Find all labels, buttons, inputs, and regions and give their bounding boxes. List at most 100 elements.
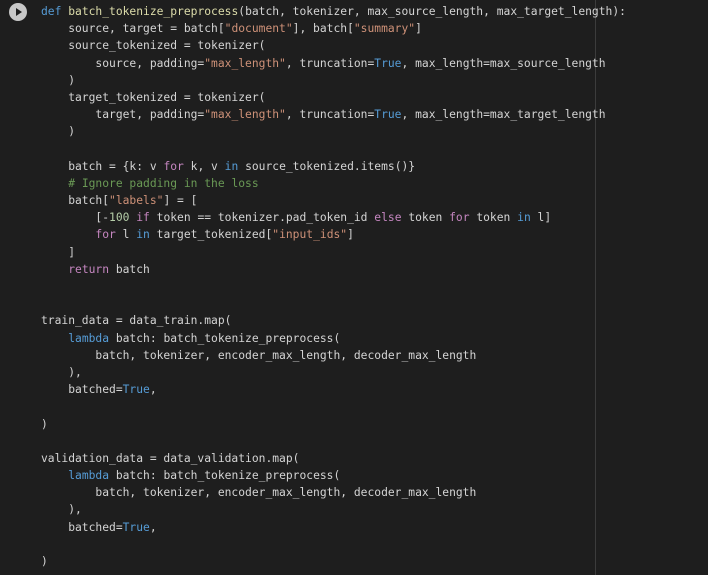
code-token: ] = [ — [163, 194, 198, 208]
code-token: for — [163, 159, 184, 173]
code-token: return — [68, 262, 110, 276]
code-token: "summary" — [353, 22, 416, 36]
code-token: ), — [41, 365, 82, 379]
code-line: ] — [41, 244, 708, 261]
code-line: ​ — [41, 141, 708, 158]
code-line: for l in target_tokenized["input_ids"] — [41, 226, 708, 243]
code-line: source, padding="max_length", truncation… — [41, 55, 708, 72]
code-token: True — [122, 383, 150, 397]
code-token: ) — [41, 417, 48, 431]
code-token: True — [374, 56, 402, 70]
code-token: in — [136, 228, 150, 242]
code-token: 100 — [109, 211, 130, 225]
code-line: batched=True, — [41, 519, 708, 536]
code-token: train_data = data_train.map( — [41, 314, 232, 328]
code-line: validation_data = data_validation.map( — [41, 450, 708, 467]
code-token: "max_length" — [204, 56, 286, 70]
code-line: batch, tokenizer, encoder_max_length, de… — [41, 347, 708, 364]
code-token: source_tokenized = tokenizer( — [41, 39, 266, 53]
code-token: in — [517, 211, 531, 225]
code-token: batched= — [41, 520, 123, 534]
code-token: batched= — [41, 383, 123, 397]
code-token: "input_ids" — [272, 228, 348, 242]
code-token: "max_length" — [204, 108, 286, 122]
code-token: target_tokenized = tokenizer( — [41, 90, 266, 104]
code-line: return batch — [41, 261, 708, 278]
code-line: [-100 if token == tokenizer.pad_token_id… — [41, 209, 708, 226]
code-token: , truncation= — [285, 56, 375, 70]
code-token: target_tokenized[ — [149, 228, 273, 242]
code-line: target, padding="max_length", truncation… — [41, 106, 708, 123]
code-token: validation_data = data_validation.map( — [41, 451, 300, 465]
code-line: ​ — [41, 295, 708, 312]
code-token: # Ignore padding in the loss — [68, 176, 259, 190]
code-token: else — [374, 211, 402, 225]
code-token: ] — [41, 245, 76, 259]
code-token: batch, tokenizer, encoder_max_length, de… — [41, 486, 477, 500]
code-token: (batch, tokenizer, max_source_length, ma… — [238, 5, 626, 18]
code-token: "document" — [224, 22, 293, 36]
code-token: source, target = batch[ — [41, 22, 225, 36]
code-token: in — [224, 159, 239, 173]
code-line: ) — [41, 72, 708, 89]
code-token: ) — [41, 73, 76, 87]
code-cell[interactable]: def batch_tokenize_preprocess(batch, tok… — [0, 0, 708, 575]
code-token: token — [469, 211, 518, 225]
code-token: [- — [41, 211, 110, 225]
code-token: , max_length=max_target_length — [401, 108, 606, 122]
code-token: batch_tokenize_preprocess — [68, 5, 239, 18]
code-line: ) — [41, 416, 708, 433]
code-text[interactable]: def batch_tokenize_preprocess(batch, tok… — [41, 3, 708, 570]
code-line: target_tokenized = tokenizer( — [41, 89, 708, 106]
code-token: for — [449, 211, 470, 225]
code-editor[interactable]: def batch_tokenize_preprocess(batch, tok… — [41, 3, 708, 575]
code-token: batch — [109, 262, 150, 276]
code-token: token == tokenizer.pad_token_id — [149, 211, 375, 225]
code-token: k, v — [183, 159, 225, 173]
code-line: ), — [41, 364, 708, 381]
code-token: ) — [41, 125, 76, 139]
code-token: ] — [347, 228, 354, 242]
code-token: True — [122, 520, 150, 534]
code-token: batch, tokenizer, encoder_max_length, de… — [41, 348, 477, 362]
code-line: ) — [41, 553, 708, 570]
code-line: ​ — [41, 398, 708, 415]
code-token: batch = {k: v — [41, 159, 164, 173]
code-token: for — [95, 228, 116, 242]
code-token: ), — [41, 503, 82, 517]
code-token: batch[ — [41, 194, 110, 208]
code-line: # Ignore padding in the loss — [41, 175, 708, 192]
code-line: ​ — [41, 536, 708, 553]
code-line: source, target = batch["document"], batc… — [41, 20, 708, 37]
code-token: lambda — [68, 469, 110, 483]
code-token: ] — [415, 22, 422, 36]
code-token: , max_length=max_source_length — [401, 56, 606, 70]
run-cell-button[interactable] — [9, 3, 27, 21]
code-token: source_tokenized.items()} — [238, 159, 416, 173]
code-token: , truncation= — [285, 108, 375, 122]
code-token: if — [136, 211, 150, 225]
code-line: ​ — [41, 278, 708, 295]
code-line: train_data = data_train.map( — [41, 312, 708, 329]
code-token: ) — [41, 555, 48, 568]
play-icon — [16, 8, 22, 16]
code-token: target, padding= — [41, 108, 205, 122]
code-line: lambda batch: batch_tokenize_preprocess( — [41, 330, 708, 347]
code-line: batch["labels"] = [ — [41, 192, 708, 209]
code-token: True — [374, 108, 402, 122]
code-line: lambda batch: batch_tokenize_preprocess( — [41, 467, 708, 484]
code-line: ) — [41, 123, 708, 140]
code-token: batch: batch_tokenize_preprocess( — [109, 469, 341, 483]
code-token: ], batch[ — [292, 22, 354, 36]
code-token: , — [149, 520, 157, 534]
code-token: token — [401, 211, 450, 225]
code-line: ), — [41, 501, 708, 518]
code-token: l — [115, 228, 137, 242]
code-token: , — [149, 383, 157, 397]
code-token: def — [41, 5, 62, 18]
